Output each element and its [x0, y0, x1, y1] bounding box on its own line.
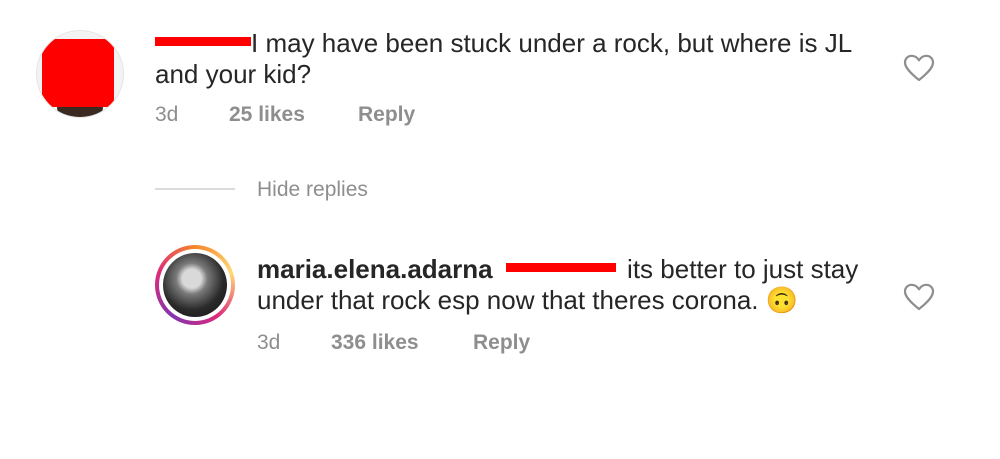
- reply-username[interactable]: maria.elena.adarna: [257, 254, 493, 284]
- heart-icon[interactable]: [903, 283, 935, 311]
- reply-avatar-photo: [163, 253, 227, 317]
- reply-avatar[interactable]: [155, 245, 235, 325]
- avatar-redaction: [42, 39, 114, 107]
- comment-line-1: I may have been stuck under a rock, but …: [251, 28, 853, 58]
- username-redaction[interactable]: [155, 36, 251, 46]
- hide-replies-divider: [155, 188, 235, 190]
- reply-reply-button[interactable]: Reply: [473, 331, 530, 355]
- comment-line-2: and your kid?: [155, 59, 312, 89]
- reply-line-1: its better to just stay: [627, 254, 859, 284]
- reply-time: 3d: [257, 331, 281, 354]
- reply-likes[interactable]: 336 likes: [331, 331, 419, 355]
- comment-text: I may have been stuck under a rock, but …: [155, 28, 875, 90]
- hide-replies-button[interactable]: Hide replies: [257, 178, 368, 202]
- heart-icon[interactable]: [903, 54, 935, 82]
- comment-time: 3d: [155, 103, 179, 126]
- upside-down-face-emoji: 🙃: [765, 285, 799, 315]
- mention-redaction[interactable]: [505, 262, 616, 272]
- story-ring-inner: [159, 249, 231, 321]
- comment-reply-button[interactable]: Reply: [358, 103, 415, 127]
- comment-likes[interactable]: 25 likes: [229, 103, 305, 127]
- commenter-avatar[interactable]: [36, 30, 124, 118]
- reply-line-2: under that rock esp now that theres coro…: [257, 285, 759, 315]
- reply-text: maria.elena.adarna its better to just st…: [257, 254, 877, 316]
